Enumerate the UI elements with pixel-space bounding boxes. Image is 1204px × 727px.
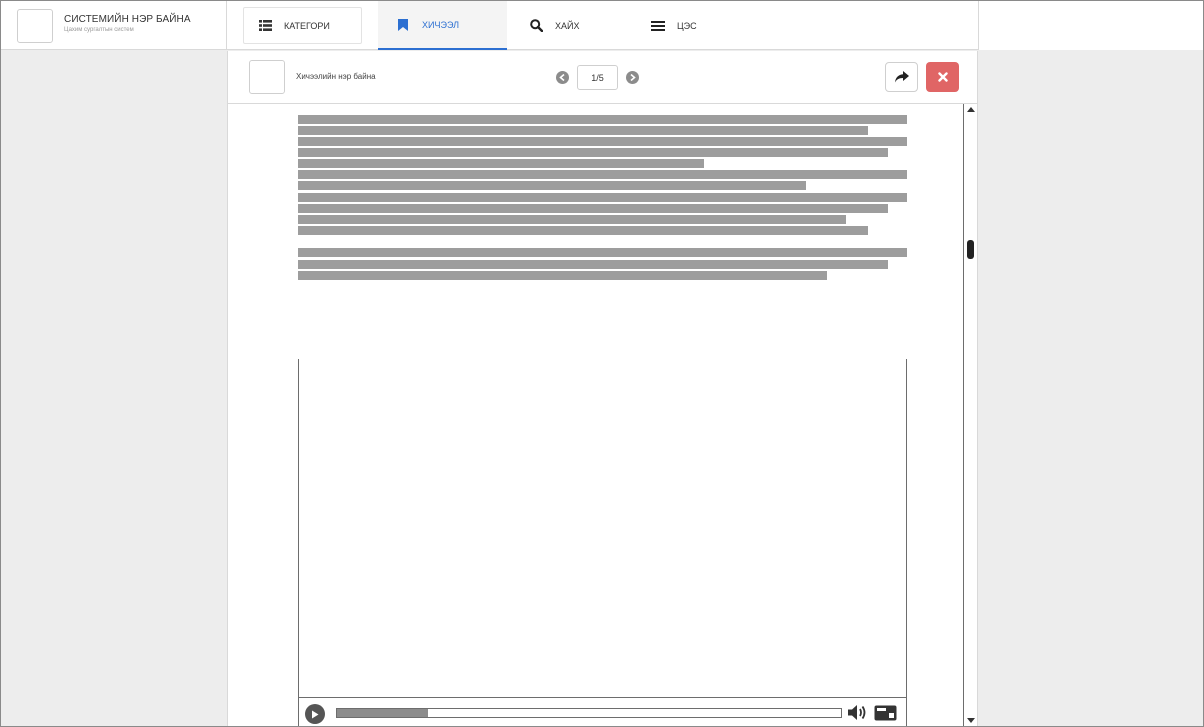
text-line [298, 248, 907, 257]
text-line [298, 260, 888, 269]
list-icon [258, 19, 272, 33]
tab-category[interactable]: КАТЕГОРИ [243, 7, 362, 44]
close-button[interactable] [926, 62, 959, 92]
vertical-scrollbar[interactable] [963, 104, 977, 726]
next-page-button[interactable] [626, 71, 639, 84]
tab-search[interactable]: ХАЙХ [527, 1, 627, 50]
text-line [298, 126, 868, 135]
text-line [298, 137, 907, 146]
play-icon [312, 710, 319, 718]
lesson-thumbnail [249, 60, 285, 94]
chevron-right-icon [630, 74, 636, 81]
text-line [298, 193, 907, 202]
tab-lesson-label: ХИЧЭЭЛ [422, 19, 460, 30]
close-icon [937, 72, 948, 82]
text-line [298, 215, 846, 224]
text-line [298, 159, 704, 168]
video-progress-fill [337, 709, 428, 717]
tab-menu[interactable]: ЦЭС [649, 1, 749, 50]
prev-page-button[interactable] [556, 71, 569, 84]
brand-logo[interactable] [17, 9, 53, 43]
text-line [298, 204, 888, 213]
volume-icon[interactable] [848, 704, 868, 726]
brand-title: СИСТЕМИЙН НЭР БАЙНА [64, 14, 191, 25]
lesson-toolbar: Хичээлийн нэр байна 1/5 [228, 51, 977, 104]
menu-icon [651, 19, 665, 33]
text-line [298, 115, 907, 124]
bookmark-icon [396, 18, 410, 32]
text-line [298, 271, 827, 280]
lesson-title: Хичээлийн нэр байна [296, 72, 376, 81]
search-icon [529, 19, 543, 33]
chevron-left-icon [559, 74, 565, 81]
brand-subtitle: Цахим сургалтын систем [64, 27, 134, 33]
video-controls [299, 697, 906, 726]
share-arrow-icon [894, 71, 909, 83]
header-right-pane [978, 1, 1203, 50]
tab-search-label: ХАЙХ [555, 20, 580, 31]
fullscreen-icon[interactable] [874, 705, 897, 726]
lesson-content[interactable] [228, 104, 977, 726]
text-line [298, 226, 868, 235]
video-player[interactable] [298, 359, 907, 726]
scroll-up-arrow-icon[interactable] [967, 107, 975, 112]
play-button[interactable] [305, 704, 325, 724]
share-button[interactable] [885, 62, 918, 92]
text-line [298, 170, 907, 179]
top-bar: СИСТЕМИЙН НЭР БАЙНА Цахим сургалтын сист… [1, 1, 1203, 50]
tab-menu-label: ЦЭС [677, 20, 697, 31]
text-line [298, 148, 888, 157]
scrollbar-thumb[interactable] [967, 240, 974, 259]
scroll-down-arrow-icon[interactable] [967, 718, 975, 723]
brand: СИСТЕМИЙН НЭР БАЙНА Цахим сургалтын сист… [1, 1, 227, 50]
page-indicator[interactable]: 1/5 [577, 65, 618, 90]
main-tabs: КАТЕГОРИ ХИЧЭЭЛ ХАЙХ ЦЭС [237, 1, 979, 50]
tab-lesson[interactable]: ХИЧЭЭЛ [378, 1, 507, 50]
text-line [298, 181, 806, 190]
pager: 1/5 [556, 65, 639, 90]
video-progress-bar[interactable] [336, 708, 842, 718]
lesson-card: Хичээлийн нэр байна 1/5 [227, 51, 978, 726]
tab-category-label: КАТЕГОРИ [284, 20, 330, 31]
